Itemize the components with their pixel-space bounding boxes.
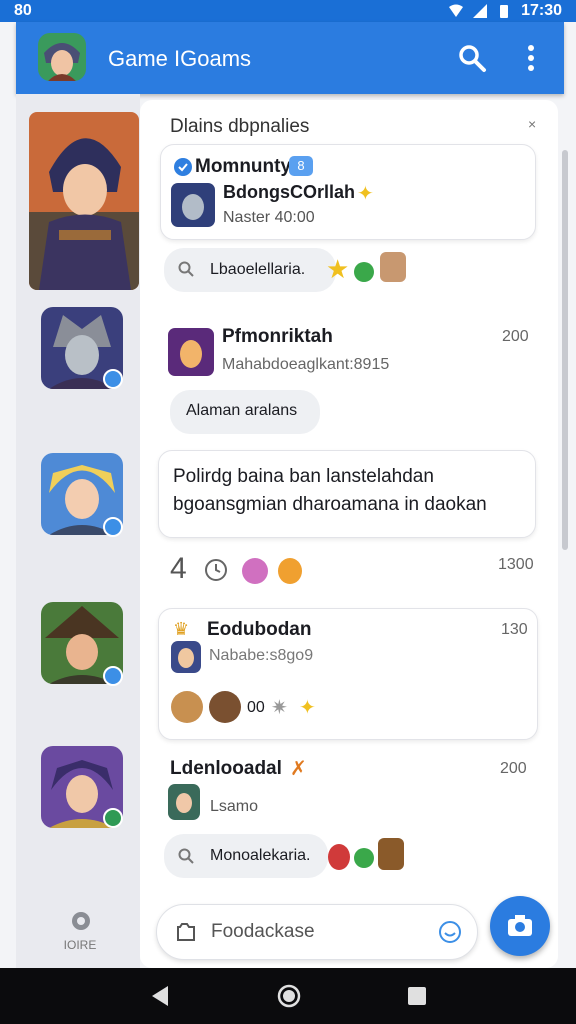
character-sticker-icon bbox=[380, 252, 406, 282]
sparkle-icon: ✦ bbox=[357, 183, 374, 205]
message-time: 1300 bbox=[498, 556, 534, 573]
app-title: Game IGoams bbox=[108, 46, 252, 71]
attachment-icon[interactable] bbox=[175, 921, 197, 943]
recents-icon[interactable] bbox=[407, 986, 427, 1006]
reply-chip[interactable]: Alaman aralans bbox=[170, 390, 320, 434]
clock-icon[interactable] bbox=[204, 558, 228, 582]
signal-icon bbox=[473, 4, 488, 18]
message-meta: Naster 40:00 bbox=[223, 209, 315, 226]
crown-icon: ♛ bbox=[173, 619, 190, 639]
online-badge bbox=[103, 808, 123, 828]
message-composer[interactable]: Foodackase bbox=[156, 904, 478, 960]
sender-name: Eodubodan bbox=[207, 619, 312, 640]
camera-icon bbox=[508, 915, 532, 936]
chat-panel: Dlains dbpnalies × Momnuntyh 8 BdongsCOr… bbox=[140, 100, 558, 968]
battery-icon bbox=[500, 5, 509, 18]
message-subtitle: Lsamo bbox=[210, 798, 259, 815]
sender-thumb[interactable] bbox=[168, 784, 200, 820]
sparkle-icon: ✦ bbox=[299, 697, 316, 719]
message-card[interactable]: Polirdg baina ban lanstelahdan bgoansgmi… bbox=[158, 450, 536, 538]
status-left-text: 80 bbox=[14, 2, 32, 19]
profile-avatar[interactable] bbox=[38, 33, 86, 81]
sticker-icon bbox=[354, 848, 374, 868]
message-line-1: Polirdg baina ban lanstelahdan bbox=[173, 466, 434, 487]
online-badge bbox=[103, 369, 123, 389]
online-badge bbox=[103, 666, 123, 686]
scrollbar[interactable] bbox=[562, 150, 568, 550]
sidebar-hero-avatar[interactable] bbox=[29, 112, 139, 290]
message-line-2: bgoansgmian dharoamana in daokan bbox=[173, 494, 487, 515]
close-icon[interactable]: × bbox=[528, 116, 536, 132]
app-bar: Game IGoams bbox=[16, 22, 564, 94]
sender-thumb[interactable] bbox=[168, 328, 214, 376]
camera-button[interactable] bbox=[490, 896, 550, 956]
search-pill[interactable]: Monoalekaria. bbox=[164, 834, 328, 878]
reaction-count: 4 bbox=[170, 552, 187, 585]
wifi-icon bbox=[449, 4, 464, 17]
sender-name: BdongsCOrllah bbox=[223, 182, 356, 202]
group-name: Momnuntyh bbox=[195, 156, 303, 177]
group-badge: 8 bbox=[289, 156, 313, 176]
search-pill-label: Monoalekaria. bbox=[210, 847, 311, 864]
person-reaction-icon[interactable] bbox=[278, 558, 302, 584]
status-bar: 80 17:30 bbox=[0, 0, 576, 22]
more-vert-icon[interactable] bbox=[518, 42, 544, 74]
sticker-icon bbox=[354, 262, 374, 282]
back-icon[interactable] bbox=[150, 985, 170, 1007]
system-nav-bar bbox=[0, 968, 576, 1024]
message-time: 200 bbox=[500, 760, 527, 777]
status-time: 17:30 bbox=[521, 2, 562, 19]
composer-placeholder: Foodackase bbox=[211, 921, 315, 942]
animal-sticker-icon bbox=[378, 838, 404, 870]
sender-thumb[interactable] bbox=[171, 183, 215, 227]
online-badge bbox=[103, 517, 123, 537]
chat-header-title: Dlains dbpnalies bbox=[170, 116, 310, 137]
sword-icon: ✗ bbox=[290, 758, 307, 780]
emoji-icon[interactable] bbox=[437, 919, 463, 945]
star-icon: ★ bbox=[326, 254, 350, 284]
reply-chip-label: Alaman aralans bbox=[186, 402, 298, 419]
sender-name: Pfmonriktah bbox=[222, 326, 333, 347]
sidebar-footer-label: IOIRE bbox=[63, 938, 97, 952]
message-card[interactable]: Momnuntyh 8 BdongsCOrllah ✦ Naster 40:00 bbox=[160, 144, 536, 240]
verified-icon bbox=[174, 158, 192, 176]
sender-name: Ldenlooadal bbox=[170, 758, 282, 779]
search-icon[interactable] bbox=[456, 42, 488, 74]
search-icon bbox=[178, 848, 194, 864]
sidebar: IOIRE bbox=[16, 94, 140, 968]
gear-icon[interactable] bbox=[68, 908, 94, 934]
participant-avatar[interactable] bbox=[209, 691, 241, 723]
participant-avatar[interactable] bbox=[171, 691, 203, 723]
participant-count: 00 bbox=[247, 699, 265, 716]
message-time: 200 bbox=[502, 328, 529, 345]
search-icon bbox=[178, 261, 194, 277]
message-subtitle: Nababe:s8go9 bbox=[209, 647, 314, 664]
gear-small-icon: ✷ bbox=[271, 697, 288, 719]
sender-thumb[interactable] bbox=[171, 641, 201, 673]
search-pill[interactable]: Lbaoelellaria. bbox=[164, 248, 336, 292]
apple-sticker-icon bbox=[328, 844, 350, 870]
search-pill-label: Lbaoelellaria. bbox=[210, 261, 306, 278]
message-subtitle: Mahabdoeaglkant:8915 bbox=[222, 356, 390, 373]
emoji-reaction-icon[interactable] bbox=[242, 558, 268, 584]
message-time: 130 bbox=[501, 621, 528, 638]
message-card[interactable]: ♛ Eodubodan 130 Nababe:s8go9 00 ✷ ✦ bbox=[158, 608, 538, 740]
home-icon[interactable] bbox=[277, 984, 301, 1008]
